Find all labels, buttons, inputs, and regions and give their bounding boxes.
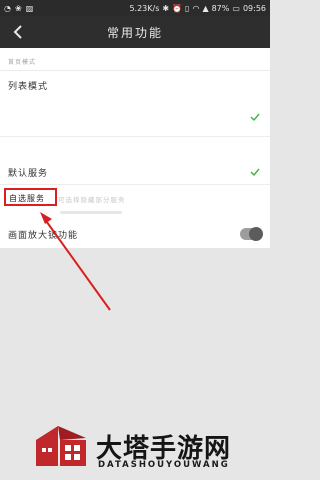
check-icon bbox=[250, 113, 260, 122]
image-icon: ▨ bbox=[25, 3, 34, 13]
chevron-left-icon bbox=[13, 25, 22, 39]
alarm-icon: ⏰ bbox=[172, 3, 183, 13]
bluetooth-icon: ✱ bbox=[162, 3, 170, 13]
zoom-label: 画面放大镜功能 bbox=[8, 231, 79, 241]
list-mode-row[interactable]: 列表模式 bbox=[0, 70, 270, 96]
vibrate-icon: ▯ bbox=[185, 3, 190, 13]
status-bar: ◔ ❀ ▨ 5.23K/s ✱ ⏰ ▯ ◠ ▲ 87% ▭ 09:56 bbox=[0, 0, 270, 16]
section-caption: 首页模式 bbox=[8, 59, 37, 66]
watermark-pinyin: DATASHOUYOUWANG bbox=[98, 460, 230, 470]
battery-percent: 87% bbox=[211, 3, 230, 13]
hint-underline bbox=[60, 211, 122, 214]
signal-icon: ▲ bbox=[202, 3, 209, 13]
zoom-toggle[interactable] bbox=[240, 227, 263, 241]
page-title: 常用功能 bbox=[106, 25, 163, 40]
battery-icon: ▭ bbox=[232, 3, 240, 13]
back-button[interactable] bbox=[8, 22, 28, 42]
list-mode-label: 列表模式 bbox=[8, 82, 49, 92]
status-right: 5.23K/s ✱ ⏰ ▯ ◠ ▲ 87% ▭ 09:56 bbox=[129, 4, 266, 13]
clock-time: 09:56 bbox=[242, 3, 266, 13]
watermark: 大塔手游网 DATASHOUYOUWANG bbox=[36, 422, 266, 474]
custom-service-label: 自选服务 bbox=[9, 194, 45, 203]
wifi-icon: ◠ bbox=[192, 3, 200, 13]
check-icon bbox=[250, 168, 260, 177]
paw-icon: ❀ bbox=[14, 3, 22, 13]
toggle-knob bbox=[249, 227, 263, 241]
network-speed: 5.23K/s bbox=[129, 3, 160, 13]
default-service-label: 默认服务 bbox=[8, 169, 49, 179]
custom-service-hint: 可选择隐藏部分服务 bbox=[58, 196, 126, 204]
title-bar: 常用功能 bbox=[0, 16, 270, 48]
weibo-icon: ◔ bbox=[4, 3, 11, 13]
status-left-icons: ◔ ❀ ▨ bbox=[4, 4, 33, 13]
logo-icon bbox=[36, 426, 86, 466]
settings-panel: 首页模式 列表模式 默认服务 bbox=[0, 48, 270, 248]
zoom-row[interactable]: 画面放大镜功能 bbox=[0, 222, 270, 244]
default-service-row[interactable]: 默认服务 bbox=[0, 136, 270, 184]
blank-option-row[interactable] bbox=[0, 96, 270, 136]
